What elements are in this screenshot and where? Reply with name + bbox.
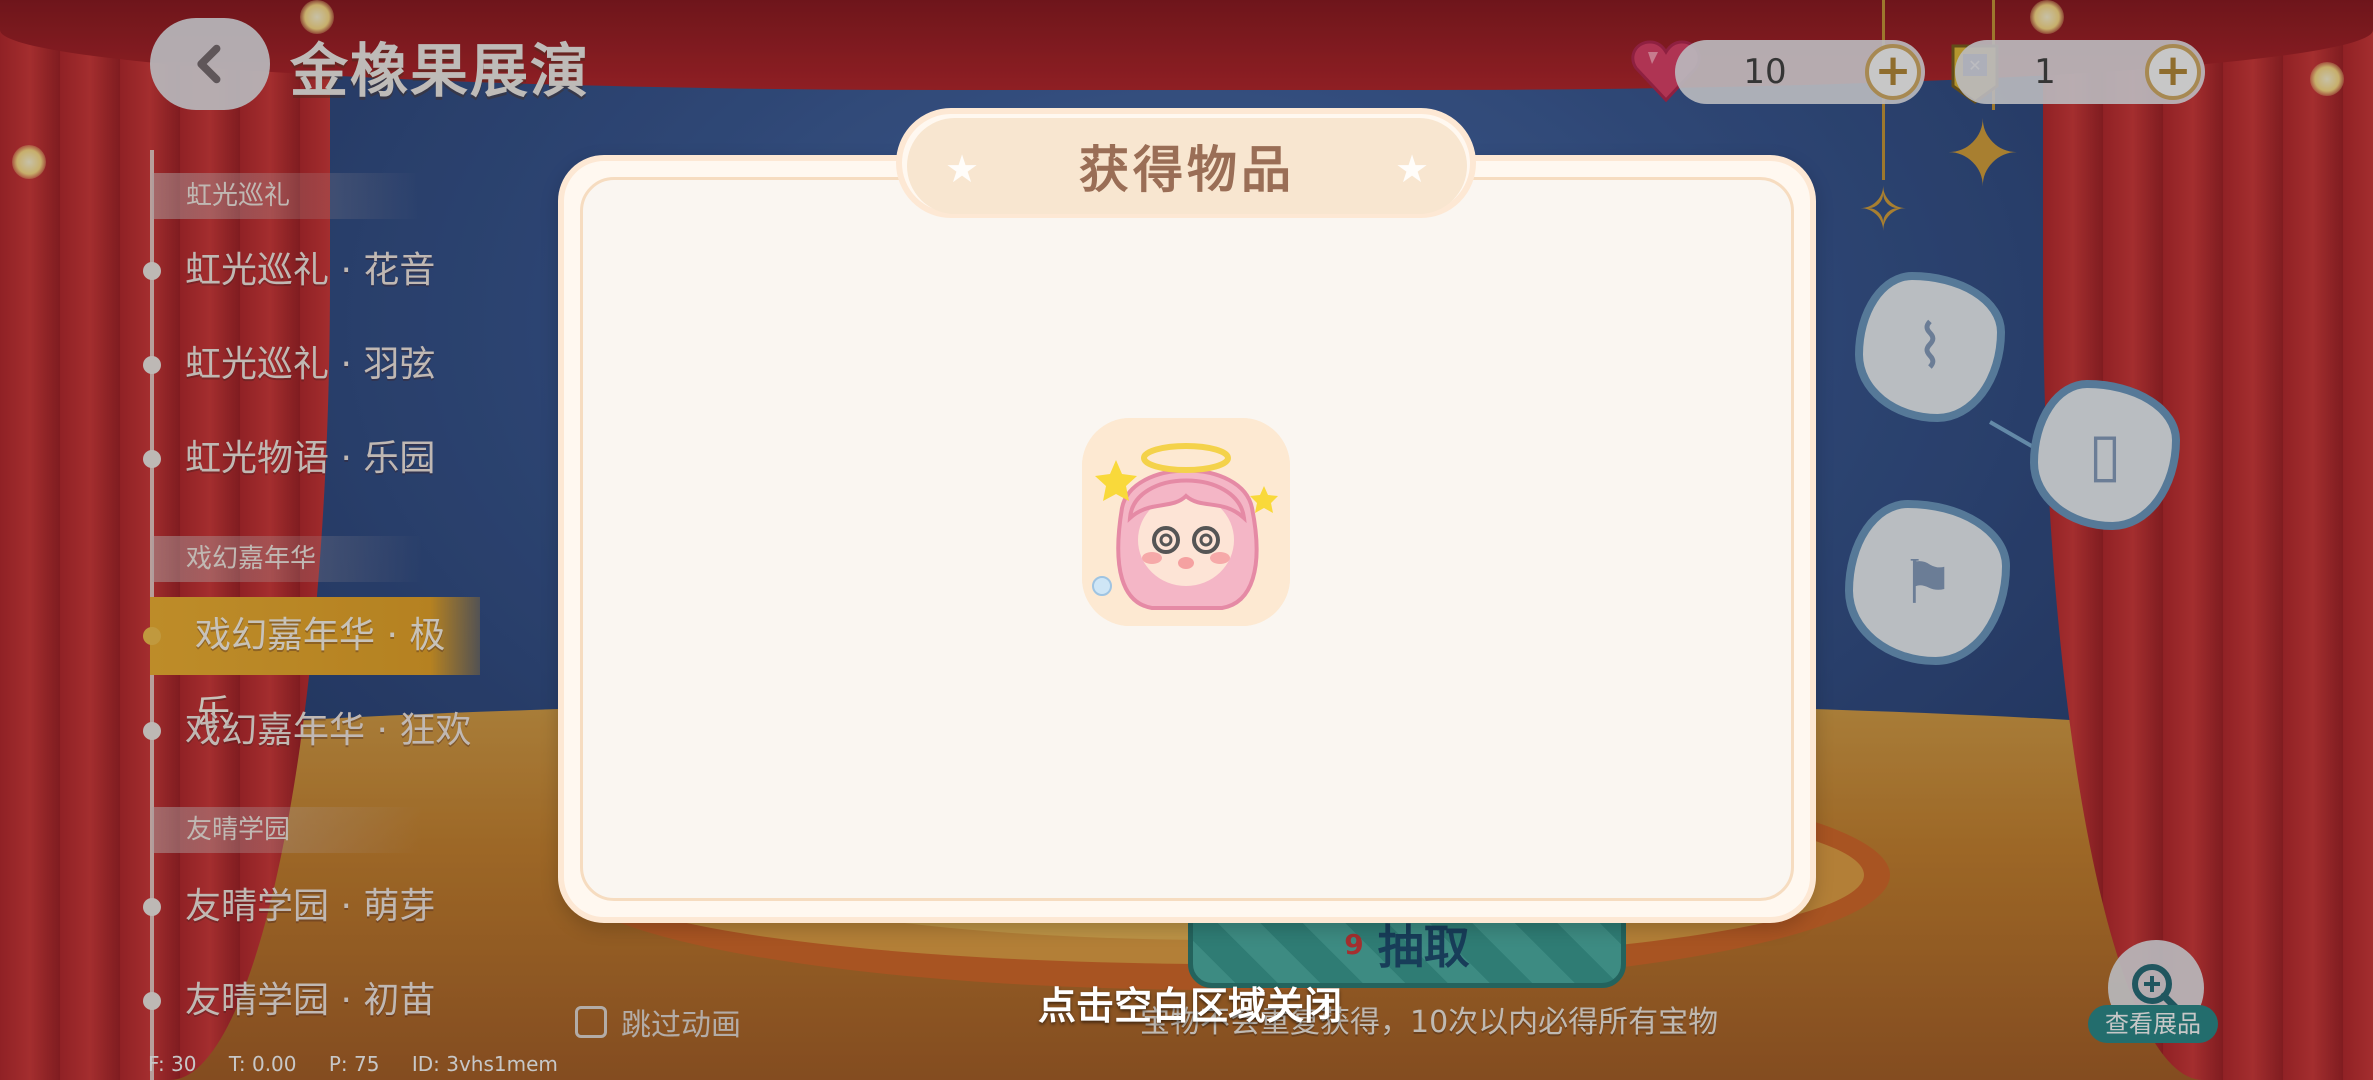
title-star-icon: ★ [945,147,980,191]
reward-modal-title: 获得物品 [907,118,1467,214]
reward-item-avatar[interactable] [1082,418,1290,626]
title-star-icon: ★ [1395,147,1430,191]
reward-modal-title-text: 获得物品 [1079,141,1295,199]
pink-hair-chibi-avatar-icon [1082,418,1290,626]
close-hint: 点击空白区域关闭 [1037,984,1342,1028]
